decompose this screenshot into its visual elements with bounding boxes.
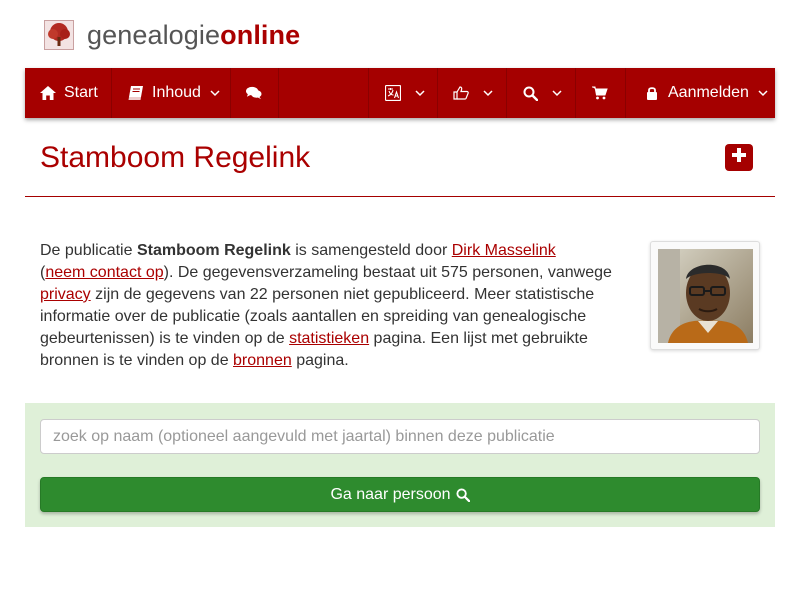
tree-logo-icon <box>44 20 74 50</box>
contact-link[interactable]: neem contact op <box>45 264 163 281</box>
go-to-person-label: Ga naar persoon <box>330 485 451 503</box>
plus-icon <box>731 147 747 168</box>
page-title: Stamboom Regelink <box>40 141 311 174</box>
chevron-down-icon <box>483 88 493 98</box>
chevron-down-icon <box>552 88 562 98</box>
site-logo[interactable]: genealogieonline <box>44 19 300 51</box>
nav-login-label: Aanmelden <box>668 84 749 101</box>
add-button[interactable] <box>725 144 753 171</box>
search-icon <box>455 487 470 502</box>
language-icon <box>385 85 401 101</box>
lock-icon <box>644 85 660 101</box>
nav-start-label: Start <box>64 84 98 101</box>
nav-start[interactable]: Start <box>25 68 112 118</box>
intro-text: is samengesteld door <box>290 242 452 259</box>
search-icon <box>522 85 538 101</box>
go-to-person-button[interactable]: Ga naar persoon <box>40 477 760 512</box>
nav-forum[interactable] <box>231 68 279 118</box>
person-search-panel: Ga naar persoon <box>25 403 775 527</box>
nav-login[interactable]: Aanmelden <box>626 68 775 118</box>
title-divider <box>25 196 775 197</box>
author-link[interactable]: Dirk Masselink <box>452 242 556 259</box>
intro-text: ). De gegevensverzameling bestaat uit 57… <box>163 264 612 281</box>
nav-search[interactable] <box>507 68 576 118</box>
logo-text: genealogieonline <box>87 20 301 50</box>
nav-inhoud-label: Inhoud <box>152 84 201 101</box>
intro-text: pagina. <box>291 352 349 369</box>
nav-recommend[interactable] <box>438 68 507 118</box>
sources-link[interactable]: bronnen <box>233 352 292 369</box>
home-icon <box>40 85 56 101</box>
person-search-input[interactable] <box>40 419 760 454</box>
main-navbar: Start Inhoud Aanmelden <box>25 68 775 118</box>
nav-inhoud[interactable]: Inhoud <box>112 68 231 118</box>
nav-language[interactable] <box>369 68 438 118</box>
chevron-down-icon <box>415 88 425 98</box>
comments-icon <box>246 85 262 101</box>
nav-shop[interactable] <box>576 68 626 118</box>
intro-text: De publicatie <box>40 242 137 259</box>
cart-icon <box>592 85 608 101</box>
publication-name: Stamboom Regelink <box>136 242 291 259</box>
avatar <box>658 249 753 343</box>
publication-intro: De publicatie Stamboom Regelink is samen… <box>40 240 620 372</box>
chevron-down-icon <box>210 88 220 98</box>
chevron-down-icon <box>758 88 768 98</box>
statistics-link[interactable]: statistieken <box>289 330 369 347</box>
privacy-link[interactable]: privacy <box>40 286 91 303</box>
author-avatar[interactable] <box>650 241 760 350</box>
thumbs-up-icon <box>453 85 469 101</box>
nav-spacer <box>279 68 369 118</box>
book-icon <box>128 85 144 101</box>
